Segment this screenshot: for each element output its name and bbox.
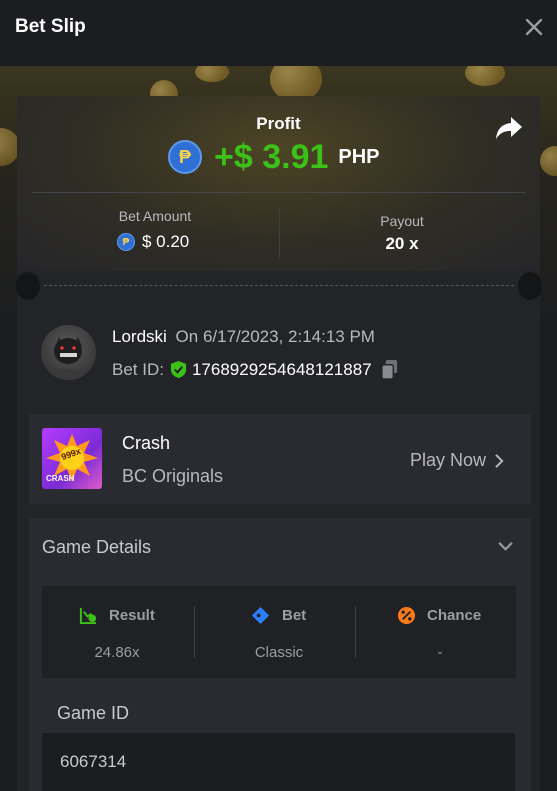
- peso-coin-icon: ₱: [117, 233, 135, 251]
- profit-label: Profit: [256, 114, 301, 133]
- bet-label: Bet: [282, 607, 307, 624]
- chevron-down-icon[interactable]: [497, 541, 514, 552]
- ticket-notch-left: [16, 272, 40, 300]
- bet-amount-label: Bet Amount: [118, 208, 192, 224]
- coin-decoration: [465, 66, 505, 86]
- play-now-label: Play Now: [410, 450, 487, 470]
- thumb-label: CRASH: [46, 474, 75, 483]
- username[interactable]: Lordski: [112, 327, 167, 346]
- profit-row: ₱ +$ 3.91 PHP: [168, 137, 380, 177]
- bet-slip-header: Bet Slip: [0, 0, 557, 66]
- stat-divider: [194, 606, 195, 658]
- user-line: Lordski On 6/17/2023, 2:14:13 PM: [112, 327, 375, 347]
- payout-label: Payout: [380, 213, 424, 229]
- share-icon[interactable]: [495, 115, 523, 141]
- stat-divider: [355, 606, 356, 658]
- coin-decoration: [540, 146, 557, 176]
- shield-check-icon: [170, 361, 187, 378]
- bet-id-row: Bet ID: 1768929254648121887: [112, 359, 399, 380]
- profit-value: +$ 3.91: [214, 137, 329, 176]
- result-label: Result: [109, 607, 155, 624]
- game-name[interactable]: Crash: [122, 433, 170, 454]
- chance-value: -: [437, 644, 443, 661]
- result-value: 24.86x: [94, 644, 140, 661]
- chance-label: Chance: [427, 607, 482, 624]
- game-provider: BC Originals: [122, 466, 224, 486]
- bet-value: Classic: [254, 644, 304, 661]
- game-stats-box: [42, 586, 516, 678]
- copy-icon[interactable]: [380, 359, 399, 380]
- ticket-perforation: [44, 285, 514, 286]
- coin-decoration: [195, 66, 229, 82]
- page-title: Bet Slip: [15, 16, 86, 37]
- bet-id-label: Bet ID:: [112, 359, 164, 379]
- payout-value: 20 x: [385, 234, 419, 253]
- percent-icon: [397, 606, 416, 625]
- game-id-value: 6067314: [60, 752, 127, 771]
- game-details-title[interactable]: Game Details: [42, 537, 151, 558]
- avatar-image: [51, 337, 86, 380]
- chance-header: Chance: [397, 606, 481, 625]
- result-header: Result: [79, 606, 155, 625]
- divider: [32, 192, 526, 193]
- stat-divider: [279, 208, 280, 258]
- game-id-field[interactable]: 6067314: [42, 733, 515, 791]
- game-thumbnail[interactable]: 999x CRASH: [42, 428, 102, 489]
- play-now-button[interactable]: Play Now: [410, 450, 505, 471]
- bet-date: On 6/17/2023, 2:14:13 PM: [175, 327, 375, 346]
- result-chart-icon: [79, 607, 97, 625]
- bet-tag-icon: [251, 606, 270, 625]
- game-id-label: Game ID: [57, 703, 130, 723]
- peso-coin-icon: ₱: [168, 140, 202, 174]
- close-icon[interactable]: [523, 16, 545, 38]
- avatar: [41, 325, 96, 380]
- bet-amount: ₱ $ 0.20: [117, 232, 189, 252]
- ticket-notch-right: [518, 272, 542, 300]
- bet-id-value: 1768929254648121887: [191, 359, 372, 379]
- profit-currency: PHP: [338, 145, 380, 168]
- chevron-right-icon: [495, 453, 504, 468]
- bet-header: Bet: [251, 606, 306, 625]
- bet-amount-value: $ 0.20: [142, 232, 190, 251]
